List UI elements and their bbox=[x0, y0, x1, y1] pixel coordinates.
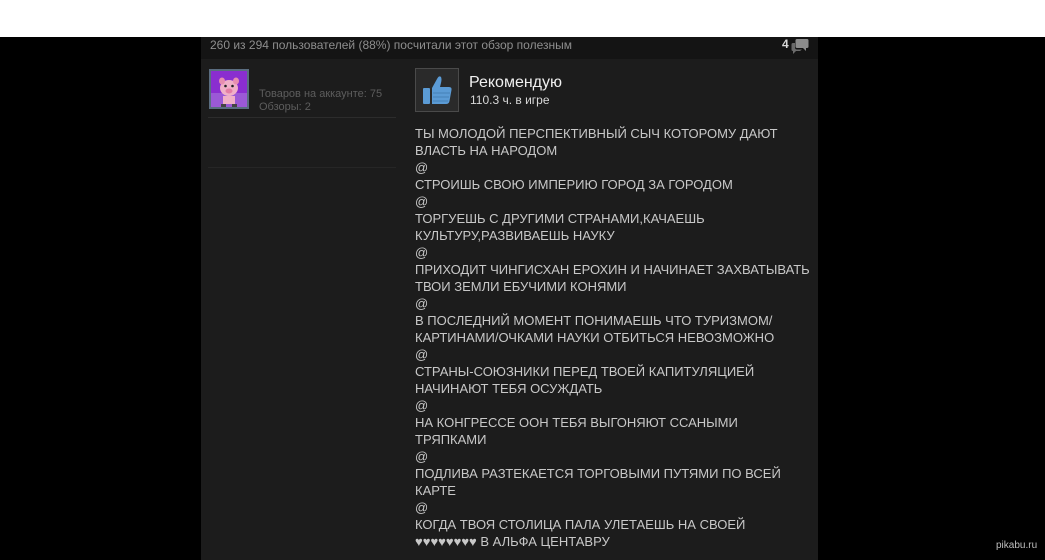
review-line: КУЛЬТУРУ,РАЗВИВАЕШЬ НАУКУ bbox=[415, 228, 615, 243]
comment-count[interactable]: 4 bbox=[782, 37, 789, 51]
helpful-summary: 260 из 294 пользователей (88%) посчитали… bbox=[210, 38, 572, 52]
top-white-band bbox=[0, 0, 1045, 37]
review-line: @ bbox=[415, 194, 429, 209]
helpful-bar: 260 из 294 пользователей (88%) посчитали… bbox=[201, 37, 818, 59]
review-line: ПРИХОДИТ ЧИНГИСХАН ЕРОХИН И НАЧИНАЕТ ЗАХ… bbox=[415, 262, 810, 277]
review-text: ТЫ МОЛОДОЙ ПЕРСПЕКТИВНЫЙ СЫЧ КОТОРОМУ ДА… bbox=[415, 125, 815, 550]
review-line: СТРОИШЬ СВОЮ ИМПЕРИЮ ГОРОД ЗА ГОРОДОМ bbox=[415, 177, 733, 192]
sidebar-divider bbox=[208, 117, 396, 118]
pig-character-icon bbox=[211, 71, 247, 107]
review-line: НАЧИНАЮТ ТЕБЯ ОСУЖДАТЬ bbox=[415, 381, 603, 396]
review-line: ТВОИ ЗЕМЛИ ЕБУЧИМИ КОНЯМИ bbox=[415, 279, 627, 294]
review-line: КАРТЕ bbox=[415, 483, 456, 498]
review-line: @ bbox=[415, 347, 429, 362]
hours-played: 110.3 ч. в игре bbox=[470, 93, 550, 107]
review-line: ТЫ МОЛОДОЙ ПЕРСПЕКТИВНЫЙ СЫЧ КОТОРОМУ ДА… bbox=[415, 126, 778, 141]
review-line: @ bbox=[415, 296, 429, 311]
review-card: 260 из 294 пользователей (88%) посчитали… bbox=[201, 37, 818, 560]
recommend-thumb[interactable] bbox=[415, 68, 459, 112]
review-line: ПОДЛИВА РАЗТЕКАЕТСЯ ТОРГОВЫМИ ПУТЯМИ ПО … bbox=[415, 466, 781, 481]
review-line: @ bbox=[415, 500, 429, 515]
review-line: ♥♥♥♥♥♥♥♥ В АЛЬФА ЦЕНТАВРУ bbox=[415, 534, 610, 549]
review-line: В ПОСЛЕДНИЙ МОМЕНТ ПОНИМАЕШЬ ЧТО ТУРИЗМО… bbox=[415, 313, 773, 328]
products-count[interactable]: Товаров на аккаунте: 75 bbox=[259, 88, 382, 101]
avatar-image bbox=[211, 71, 247, 107]
avatar[interactable] bbox=[209, 69, 249, 109]
watermark: pikabu.ru bbox=[996, 540, 1038, 551]
sidebar-divider bbox=[208, 167, 396, 168]
reviews-count[interactable]: Обзоры: 2 bbox=[259, 101, 382, 114]
review-line: @ bbox=[415, 160, 429, 175]
review-line: НА КОНГРЕССЕ ООН ТЕБЯ ВЫГОНЯЮТ ССАНЫМИ bbox=[415, 415, 738, 430]
review-line: @ bbox=[415, 245, 429, 260]
review-line: @ bbox=[415, 449, 429, 464]
review-line: ТОРГУЕШЬ С ДРУГИМИ СТРАНАМИ,КАЧАЕШЬ bbox=[415, 211, 705, 226]
user-stats: Товаров на аккаунте: 75 Обзоры: 2 bbox=[259, 88, 382, 114]
review-line: КАРТИНАМИ/ОЧКАМИ НАУКИ ОТБИТЬСЯ НЕВОЗМОЖ… bbox=[415, 330, 775, 345]
review-line: ВЛАСТЬ НА НАРОДОМ bbox=[415, 143, 558, 158]
review-line: КОГДА ТВОЯ СТОЛИЦА ПАЛА УЛЕТАЕШЬ НА СВОЕ… bbox=[415, 517, 746, 532]
recommendation-title[interactable]: Рекомендую bbox=[469, 73, 562, 92]
review-line: @ bbox=[415, 398, 429, 413]
review-line: СТРАНЫ-СОЮЗНИКИ ПЕРЕД ТВОЕЙ КАПИТУЛЯЦИЕЙ bbox=[415, 364, 755, 379]
thumbs-up-icon bbox=[423, 76, 452, 104]
speech-bubble-icon[interactable] bbox=[791, 38, 809, 54]
review-line: ТРЯПКАМИ bbox=[415, 432, 487, 447]
